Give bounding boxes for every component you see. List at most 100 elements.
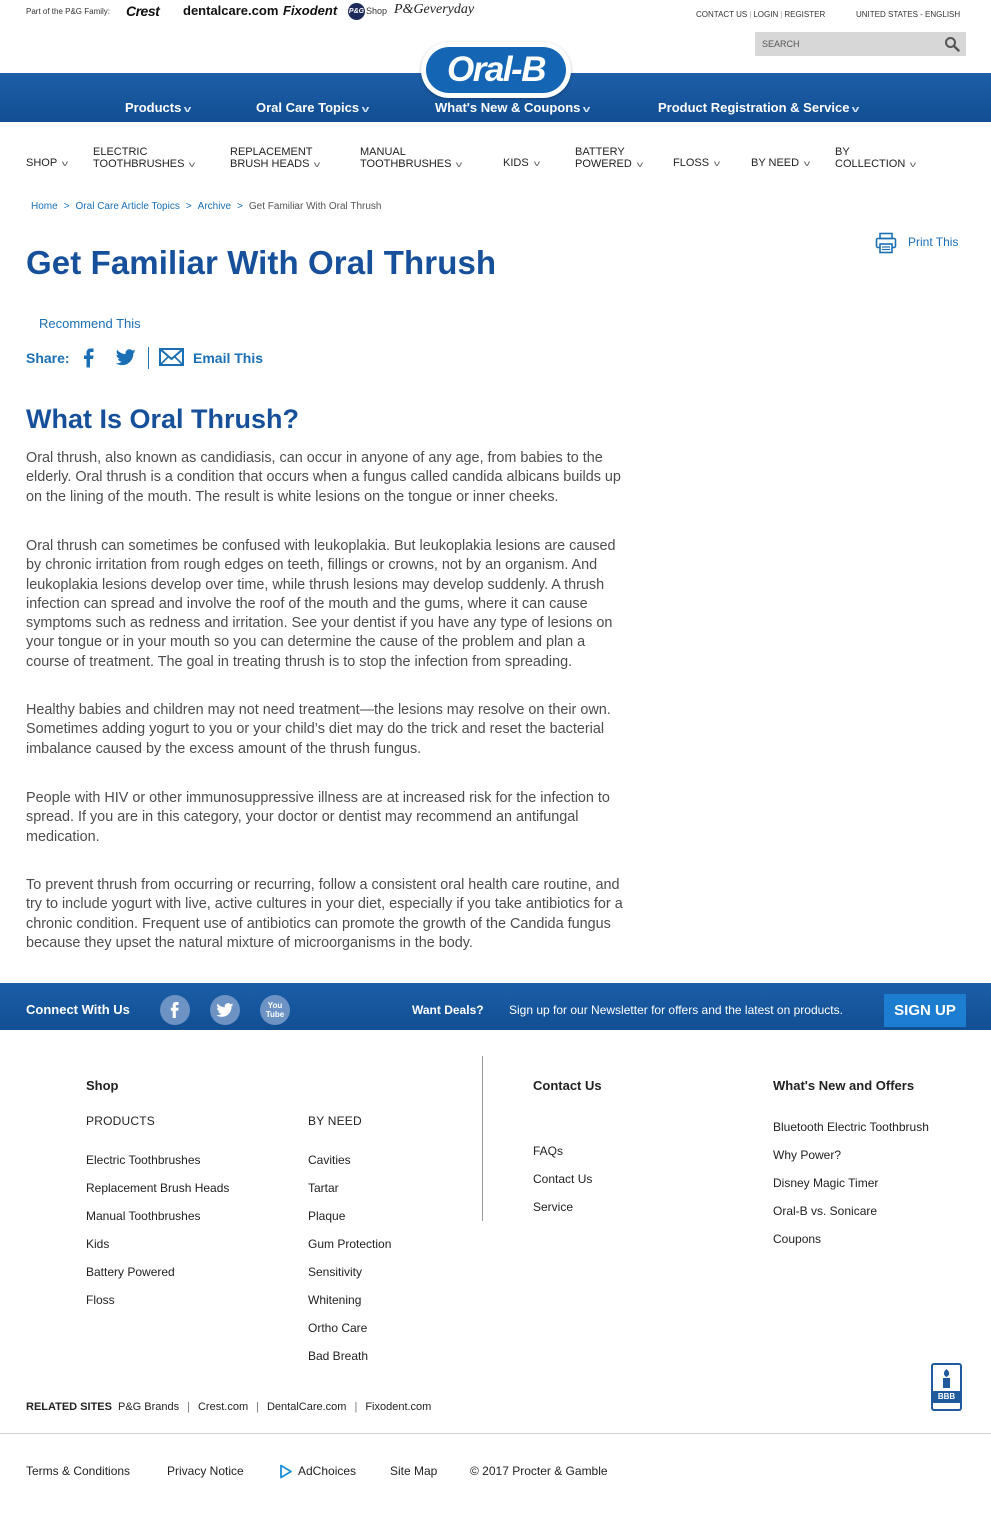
related-link-pg-brands[interactable]: P&G Brands [118, 1401, 179, 1413]
breadcrumb-oral-care-topics[interactable]: Oral Care Article Topics [76, 201, 180, 212]
footer-link-battery-powered[interactable]: Battery Powered [86, 1265, 175, 1279]
terms-link[interactable]: Terms & Conditions [26, 1464, 130, 1478]
footer-link-gum-protection[interactable]: Gum Protection [308, 1237, 391, 1251]
breadcrumb-current: Get Familiar With Oral Thrush [248, 201, 382, 212]
footer-link-why-power[interactable]: Why Power? [773, 1148, 841, 1162]
breadcrumb-archive[interactable]: Archive [198, 201, 231, 212]
text-line: on the lining of the mouth. The result i… [26, 488, 559, 505]
login-link[interactable]: LOGIN [753, 10, 778, 19]
footer-link-faqs[interactable]: FAQs [533, 1144, 563, 1158]
footer-link-oral-b-vs-sonicare[interactable]: Oral-B vs. Sonicare [773, 1204, 877, 1218]
contact-us-link[interactable]: CONTACT US [696, 10, 747, 19]
footer-link-floss[interactable]: Floss [86, 1293, 115, 1307]
email-this-link[interactable]: Email This [193, 350, 263, 366]
privacy-link[interactable]: Privacy Notice [167, 1464, 244, 1478]
region-selector[interactable]: UNITED STATES - ENGLISH [856, 10, 960, 19]
text-line: Oral thrush can sometimes be confused wi… [26, 538, 616, 554]
footer-link-replacement-brush-heads[interactable]: Replacement Brush Heads [86, 1181, 229, 1195]
cat-floss-label: FLOSS [673, 157, 710, 169]
article-paragraph: To prevent thrush from occurring or recu… [26, 876, 691, 953]
adchoices-icon[interactable] [279, 1464, 293, 1479]
brand-fixodent-link[interactable]: Fixodent [283, 3, 337, 18]
twitter-share-icon[interactable] [116, 349, 136, 366]
sign-up-button[interactable]: SIGN UP [884, 994, 966, 1027]
site-map-link[interactable]: Site Map [390, 1464, 437, 1478]
footer-link-kids[interactable]: Kids [86, 1237, 109, 1251]
pg-everyday-link[interactable]: P&Geveryday [394, 2, 474, 18]
cat-manual-toothbrushes[interactable]: MANUAL TOOTHBRUSHES v [360, 146, 463, 171]
footer-contact-heading: Contact Us [533, 1078, 602, 1093]
text-line: infection can spread and involve the roo… [26, 595, 588, 612]
chevron-down-icon: v [314, 160, 321, 169]
chevron-down-icon: v [910, 160, 917, 169]
footer-link-sensitivity[interactable]: Sensitivity [308, 1265, 362, 1279]
footer-link-cavities[interactable]: Cavities [308, 1153, 351, 1167]
facebook-icon[interactable] [160, 995, 190, 1025]
text-line: because they upset the natural mixture o… [26, 934, 473, 951]
adchoices-link[interactable]: AdChoices [298, 1464, 356, 1478]
bbb-badge[interactable]: BBB [931, 1363, 962, 1411]
nav-oral-care-topics[interactable]: Oral Care Topics v [256, 100, 369, 115]
text-line: imbalance caused by the excess amount of… [26, 740, 422, 757]
nav-whats-new-label: What's New & Coupons [435, 100, 581, 115]
youtube-icon[interactable]: You Tube [260, 995, 290, 1025]
search-icon[interactable] [944, 36, 960, 52]
footer-link-plaque[interactable]: Plaque [308, 1209, 345, 1223]
footer-link-bad-breath[interactable]: Bad Breath [308, 1349, 368, 1363]
article-paragraph: People with HIV or other immunosuppressi… [26, 789, 691, 847]
nav-products[interactable]: Products v [125, 100, 192, 115]
twitter-icon[interactable] [210, 995, 240, 1025]
chevron-down-icon: v [636, 160, 644, 169]
breadcrumb-separator: > [185, 201, 192, 212]
bbb-torch-icon [943, 1369, 950, 1388]
footer-link-whitening[interactable]: Whitening [308, 1293, 361, 1307]
register-link[interactable]: REGISTER [784, 10, 825, 19]
breadcrumb-home[interactable]: Home [31, 201, 58, 212]
pg-shop-link[interactable]: Shop [366, 6, 387, 16]
footer-by-need-heading: BY NEED [308, 1114, 362, 1128]
text-line: spread. If you are in this category, you… [26, 809, 579, 826]
related-link-dentalcare[interactable]: DentalCare.com [267, 1401, 346, 1413]
cat-by-collection[interactable]: BY COLLECTION v [835, 146, 917, 171]
footer-link-contact-us[interactable]: Contact Us [533, 1172, 592, 1186]
footer-link-bluetooth-toothbrush[interactable]: Bluetooth Electric Toothbrush [773, 1120, 929, 1134]
footer-link-tartar[interactable]: Tartar [308, 1181, 339, 1195]
recommend-link[interactable]: Recommend This [39, 316, 141, 331]
cat-by-need[interactable]: BY NEED v [751, 157, 810, 170]
cat-label-line2: POWERED [575, 158, 632, 170]
cat-shop[interactable]: SHOP v [26, 157, 68, 170]
cat-label-line1: REPLACEMENT [230, 146, 313, 158]
footer-link-electric-toothbrushes[interactable]: Electric Toothbrushes [86, 1153, 201, 1167]
search-input[interactable] [755, 32, 940, 56]
connect-label: Connect With Us [26, 1002, 130, 1017]
brand-dentalcare-link[interactable]: dentalcare.com [183, 3, 278, 18]
footer-link-coupons[interactable]: Coupons [773, 1232, 821, 1246]
text-line: Oral thrush, also known as candidiasis, … [26, 450, 603, 466]
cat-electric-toothbrushes[interactable]: ELECTRIC TOOTHBRUSHES v [93, 146, 196, 171]
footer-link-disney-magic-timer[interactable]: Disney Magic Timer [773, 1176, 878, 1190]
cat-kids[interactable]: KIDS v [503, 157, 540, 170]
cat-floss[interactable]: FLOSS v [673, 157, 721, 170]
section-heading: What Is Oral Thrush? [26, 404, 300, 434]
nav-product-registration[interactable]: Product Registration & Service v [658, 100, 860, 115]
cat-replacement-brush-heads[interactable]: REPLACEMENT BRUSH HEADS v [230, 146, 321, 171]
footer-products-heading: PRODUCTS [86, 1114, 155, 1128]
cat-battery-powered[interactable]: BATTERY POWERED v [575, 146, 644, 171]
footer-link-ortho-care[interactable]: Ortho Care [308, 1321, 367, 1335]
facebook-share-icon[interactable] [82, 348, 96, 368]
cat-label-line1: BY [835, 146, 850, 158]
email-icon[interactable] [159, 348, 184, 366]
footer-link-service[interactable]: Service [533, 1200, 573, 1214]
utility-links: CONTACT US | LOGIN | REGISTER [696, 10, 826, 19]
chevron-down-icon: v [852, 104, 860, 114]
footer-link-manual-toothbrushes[interactable]: Manual Toothbrushes [86, 1209, 201, 1223]
pg-shop-logo[interactable]: P&G [348, 3, 365, 20]
cat-label-line2: COLLECTION [835, 158, 906, 170]
related-link-fixodent[interactable]: Fixodent.com [365, 1401, 431, 1413]
oral-b-logo[interactable]: Oral-B [421, 42, 571, 98]
nav-whats-new[interactable]: What's New & Coupons v [435, 100, 591, 115]
cat-label-line1: ELECTRIC [93, 146, 148, 158]
related-link-crest[interactable]: Crest.com [198, 1401, 248, 1413]
chevron-down-icon: v [713, 159, 721, 168]
brand-crest-link[interactable]: Crest [126, 3, 160, 19]
